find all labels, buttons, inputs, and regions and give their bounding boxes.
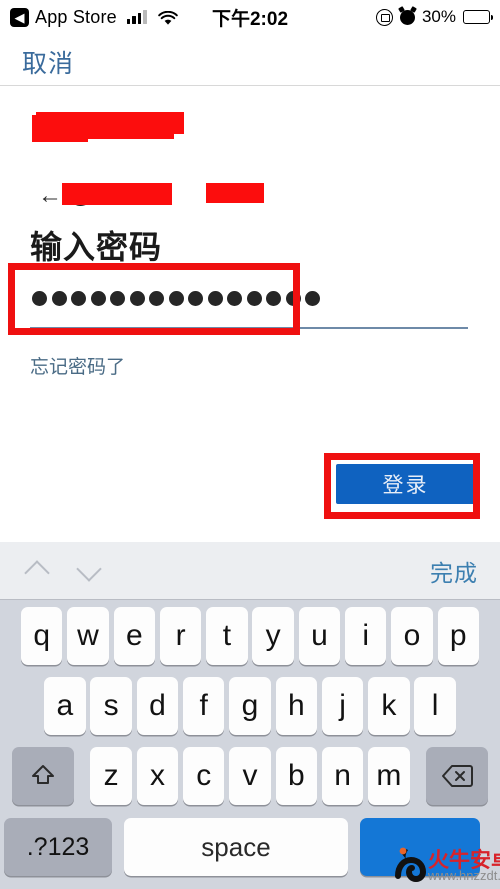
battery-icon [463,10,493,24]
shift-arrow-icon[interactable] [12,747,75,805]
status-bar-back-app-label[interactable]: App Store [35,7,117,28]
keyboard-row-1: qwertyuiop [0,601,500,671]
wifi-icon [158,10,178,25]
onscreen-keyboard: 完成 qwertyuiop asdfghjkl zxcvbnm .?123 sp… [0,542,500,889]
key-u[interactable]: u [298,607,341,665]
phone-screen: ◀ App Store 下午2:02 30% 取消 ← 输入密码 忘记密码了 登… [0,0,500,889]
redaction-logo-block-3 [36,122,174,139]
rotation-lock-icon [375,8,393,26]
chevron-up-icon[interactable] [22,556,52,586]
keyboard-row-2: asdfghjkl [0,671,500,741]
status-bar-right: 30% [375,7,493,27]
alarm-clock-icon [399,9,415,25]
key-s[interactable]: s [90,677,132,735]
keyboard-accessory-bar: 完成 [0,542,500,600]
keyboard-row-3: zxcvbnm [0,741,500,811]
key-v[interactable]: v [229,747,271,805]
space-key[interactable]: space [124,818,348,876]
annotation-highlight-password [8,263,300,335]
key-k[interactable]: k [368,677,410,735]
key-x[interactable]: x [136,747,179,805]
keyboard-row-3-letters: zxcvbnm [88,747,412,805]
key-r[interactable]: r [159,607,202,665]
key-a[interactable]: a [44,677,86,735]
key-w[interactable]: w [67,607,109,665]
key-d[interactable]: d [136,677,179,735]
status-bar: ◀ App Store 下午2:02 30% [0,0,500,34]
backspace-delete-icon[interactable] [425,747,488,805]
cancel-button[interactable]: 取消 [22,44,74,80]
key-l[interactable]: l [414,677,456,735]
keyboard-rows: qwertyuiop asdfghjkl zxcvbnm .?123 space [0,601,500,883]
navigation-bar: 取消 [0,34,500,85]
key-o[interactable]: o [391,607,433,665]
key-m[interactable]: m [368,747,410,805]
key-n[interactable]: n [321,747,364,805]
chevron-left-icon[interactable]: ◀ [10,7,29,27]
chevron-down-icon[interactable] [74,556,104,586]
key-t[interactable]: t [206,607,248,665]
key-p[interactable]: p [437,607,480,665]
key-y[interactable]: y [252,607,294,665]
arrow-left-icon[interactable]: ← [38,184,62,208]
annotation-highlight-login [324,453,480,519]
battery-percent-label: 30% [421,7,456,26]
key-j[interactable]: j [321,677,364,735]
page-title: 输入密码 [30,229,163,265]
key-h[interactable]: h [275,677,318,735]
status-bar-left: ◀ App Store [10,7,178,28]
password-form: ← @o .com 输入密码 忘记密码了 登录 [0,86,500,542]
numbers-mode-key[interactable]: .?123 [4,818,112,876]
password-dot [305,291,320,306]
redaction-email-domain [206,183,264,203]
key-f[interactable]: f [182,677,225,735]
keyboard-row-4: .?123 space [0,811,500,883]
key-g[interactable]: g [229,677,271,735]
key-z[interactable]: z [90,747,132,805]
redaction-email-username [62,183,172,205]
key-b[interactable]: b [275,747,318,805]
key-i[interactable]: i [344,607,387,665]
keyboard-done-button[interactable]: 完成 [430,554,478,588]
key-c[interactable]: c [182,747,225,805]
cellular-signal-icon [126,10,147,24]
key-q[interactable]: q [20,607,63,665]
return-key[interactable] [360,818,480,876]
forgot-password-link[interactable]: 忘记密码了 [30,352,125,379]
key-e[interactable]: e [113,607,156,665]
